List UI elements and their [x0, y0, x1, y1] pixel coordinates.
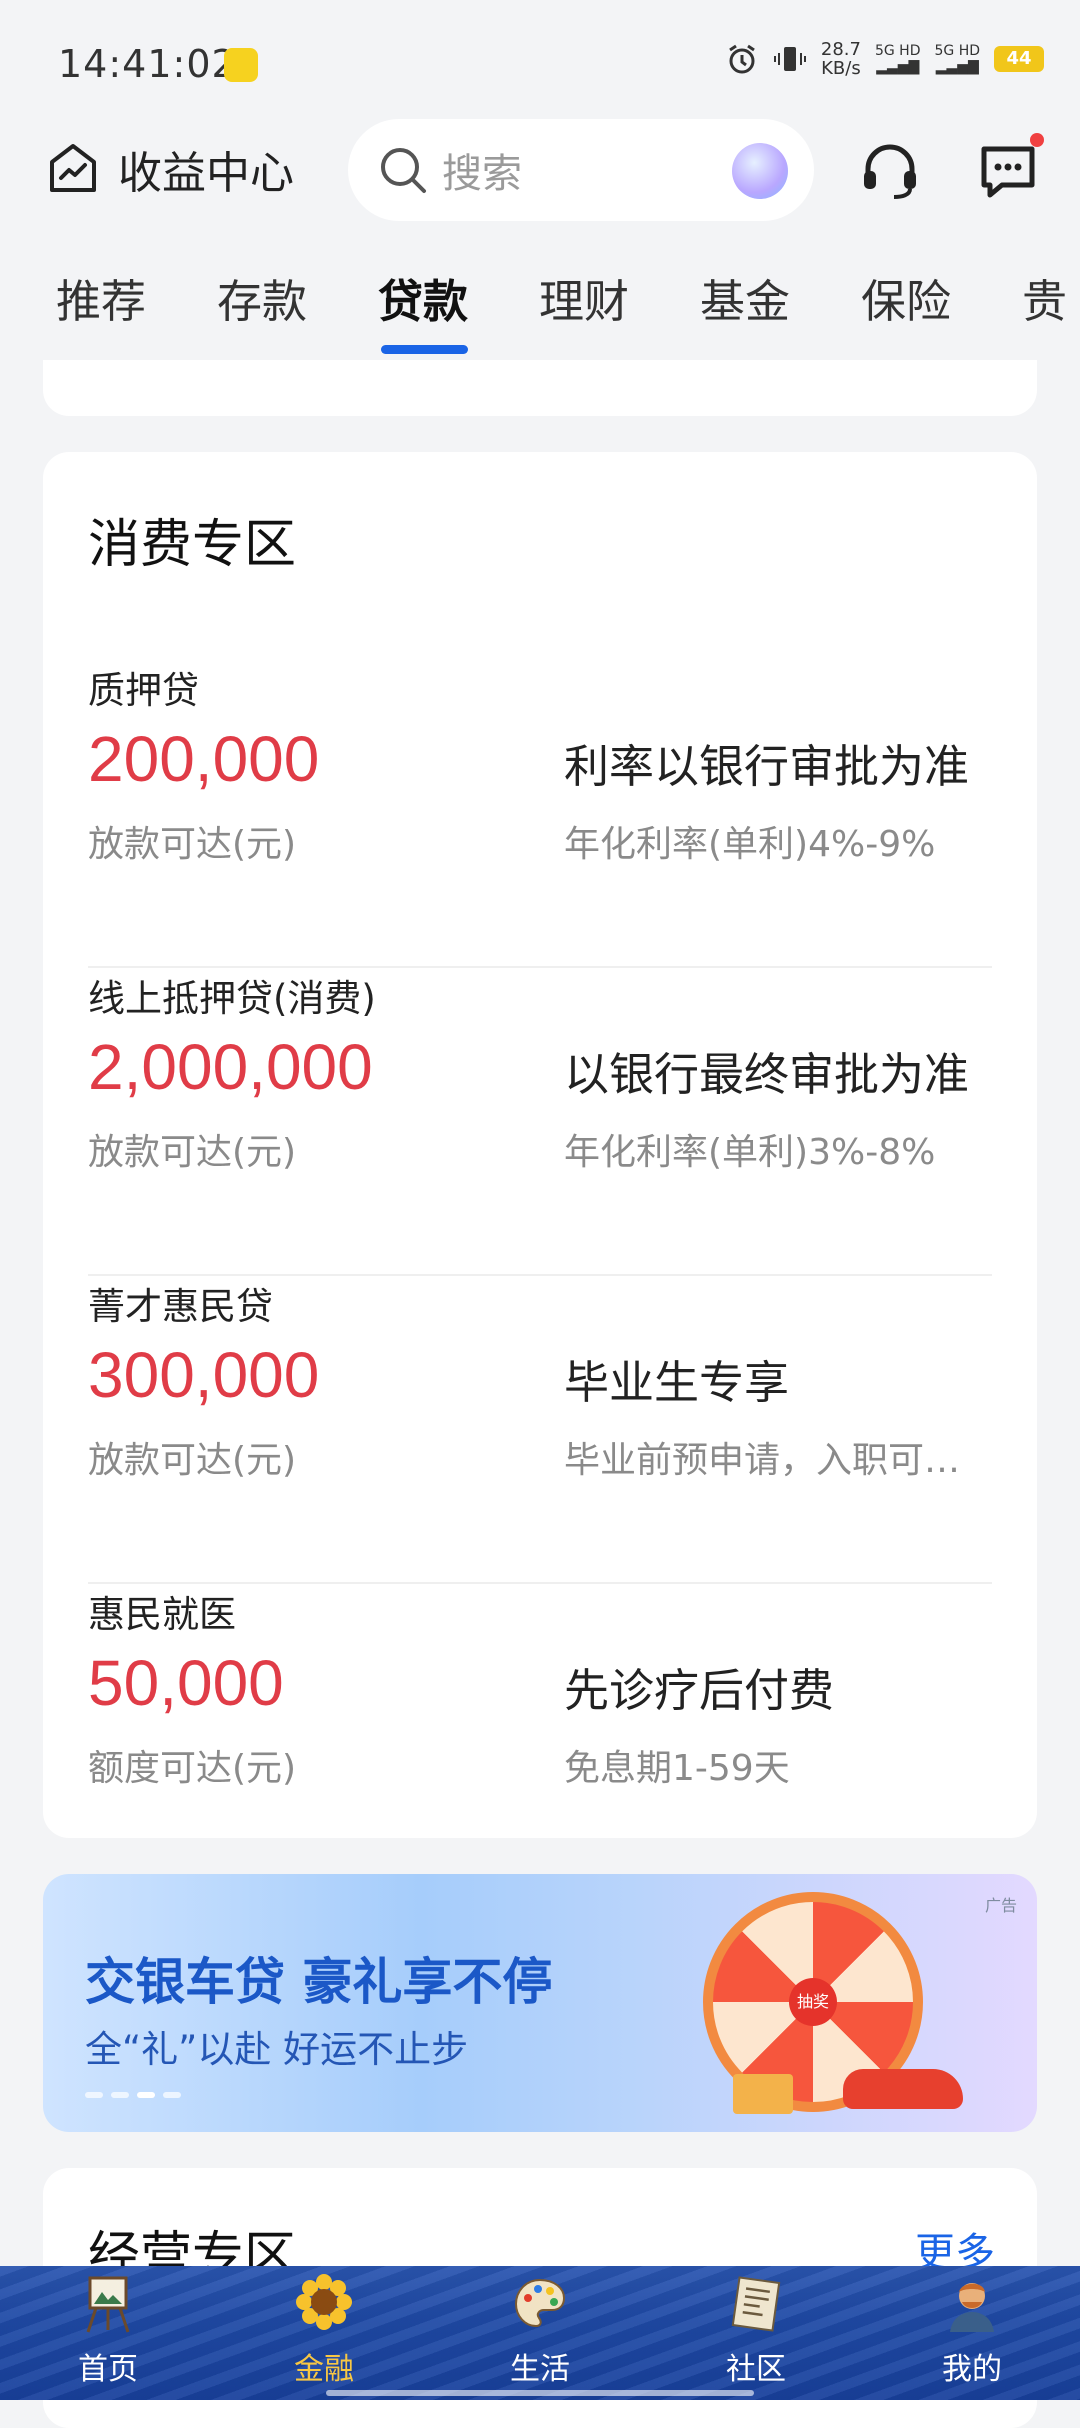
voice-search-icon[interactable]	[732, 143, 788, 199]
nav-community[interactable]: 社区	[686, 2266, 826, 2400]
loan-detail: 年化利率(单利)4%-9%	[564, 824, 936, 865]
net-speed: 28.7 KB/s	[820, 39, 861, 79]
loan-amount: 300,000	[88, 1339, 320, 1411]
nav-label: 首页	[78, 2352, 138, 2387]
ad-tag: 广告	[984, 1896, 1017, 1915]
message-icon	[981, 146, 1035, 198]
painting-easel-icon	[86, 2276, 130, 2333]
carousel-dot	[111, 2092, 129, 2098]
nav-home[interactable]: 首页	[38, 2266, 178, 2400]
loan-feature: 以银行最终审批为准	[564, 1048, 970, 1101]
tab-recommend[interactable]: 推荐	[56, 265, 146, 330]
loan-detail: 年化利率(单利)3%-8%	[564, 1132, 936, 1173]
nav-label: 我的	[942, 2352, 1002, 2387]
category-tabs: 推荐 存款 贷款 理财 基金 保险 贵	[0, 265, 1080, 365]
alarm-icon	[729, 44, 755, 74]
status-bar: 14:41:02 28.7 KB/s 5G HD ▂▃▅▇ 5G HD ▂▃▅▇ 44	[0, 0, 1080, 120]
loan-amount-label: 额度可达(元)	[88, 1748, 297, 1789]
loan-item[interactable]: 质押贷 200,000 放款可达(元) 利率以银行审批为准 年化利率(单利)4%…	[88, 660, 992, 968]
battery-indicator: 44	[994, 46, 1044, 72]
gift-box-image	[733, 2074, 793, 2114]
loan-amount: 2,000,000	[88, 1031, 373, 1103]
bottom-navigation: 首页 金融 生活 社区 我的	[0, 2266, 1080, 2400]
signal-sim2: 5G HD ▂▃▅▇	[934, 43, 980, 75]
loan-amount-label: 放款可达(元)	[88, 1132, 297, 1173]
car-loan-banner[interactable]: 广告 交银车贷 豪礼享不停 全“礼”以赴 好运不止步 抽奖	[43, 1874, 1037, 2132]
loan-name: 惠民就医	[88, 1593, 236, 1636]
active-tab-indicator	[381, 345, 468, 354]
loan-feature: 毕业生专享	[564, 1356, 790, 1409]
tab-insurance[interactable]: 保险	[861, 265, 951, 330]
signal-sim1: 5G HD ▂▃▅▇	[874, 43, 921, 75]
tab-fund[interactable]: 基金	[700, 265, 790, 330]
messages-button[interactable]	[976, 133, 1044, 203]
carousel-indicator	[85, 2092, 181, 2098]
status-indicators: 28.7 KB/s 5G HD ▂▃▅▇ 5G HD ▂▃▅▇ 44	[725, 40, 1044, 78]
nav-label: 社区	[726, 2352, 786, 2387]
unread-dot	[1030, 133, 1044, 147]
search-placeholder: 搜索	[442, 151, 522, 197]
home-indicator	[326, 2390, 754, 2396]
status-time: 14:41:02	[58, 42, 237, 86]
tab-loan[interactable]: 贷款	[378, 265, 468, 330]
loan-item[interactable]: 菁才惠民贷 300,000 放款可达(元) 毕业生专享 毕业前预申请，入职可…	[88, 1276, 992, 1584]
banner-subtitle: 全“礼”以赴 好运不止步	[85, 2028, 469, 2071]
portrait-avatar-icon	[950, 2283, 994, 2332]
sports-car-image	[843, 2069, 963, 2109]
section-title: 消费专区	[88, 515, 297, 575]
earnings-center-link[interactable]: 收益中心	[46, 137, 294, 201]
nav-finance[interactable]: 金融	[254, 2266, 394, 2400]
nav-label: 生活	[510, 2352, 570, 2387]
loan-detail: 毕业前预申请，入职可…	[564, 1440, 961, 1481]
consumer-loan-section: 消费专区 质押贷 200,000 放款可达(元) 利率以银行审批为准 年化利率(…	[43, 452, 1037, 1838]
carousel-dot	[85, 2092, 103, 2098]
top-header: 收益中心 搜索	[0, 115, 1080, 225]
vibrate-icon	[773, 47, 806, 71]
tab-precious-metal[interactable]: 贵	[1022, 265, 1067, 330]
banner-title: 交银车贷 豪礼享不停	[85, 1953, 553, 2011]
sunflower-icon	[296, 2274, 352, 2330]
loan-item[interactable]: 线上抵押贷(消费) 2,000,000 放款可达(元) 以银行最终审批为准 年化…	[88, 968, 992, 1276]
search-bar[interactable]: 搜索	[348, 119, 814, 221]
palette-icon	[514, 2278, 566, 2328]
loan-amount-label: 放款可达(元)	[88, 1440, 297, 1481]
loan-feature: 利率以银行审批为准	[564, 740, 970, 793]
loan-feature: 先诊疗后付费	[564, 1664, 835, 1717]
trend-chart-icon	[50, 144, 96, 192]
loan-amount: 50,000	[88, 1647, 284, 1719]
loan-detail: 免息期1-59天	[564, 1748, 790, 1789]
notification-app-icon	[224, 48, 258, 82]
wheel-center-label: 抽奖	[789, 1978, 837, 2026]
nav-life[interactable]: 生活	[470, 2266, 610, 2400]
header-title: 收益中心	[118, 148, 294, 199]
loan-name: 线上抵押贷(消费)	[88, 977, 376, 1020]
tab-deposit[interactable]: 存款	[217, 265, 307, 330]
carousel-dot-active	[137, 2092, 155, 2098]
loan-name: 质押贷	[88, 669, 199, 712]
nav-label: 金融	[294, 2352, 354, 2387]
loan-name: 菁才惠民贷	[88, 1285, 273, 1328]
loan-amount: 200,000	[88, 723, 320, 795]
carousel-dot	[163, 2092, 181, 2098]
newspaper-icon	[731, 2276, 781, 2332]
nav-mine[interactable]: 我的	[902, 2266, 1042, 2400]
loan-item[interactable]: 惠民就医 50,000 额度可达(元) 先诊疗后付费 免息期1-59天	[88, 1584, 992, 1892]
loan-amount-label: 放款可达(元)	[88, 824, 297, 865]
previous-card-edge	[43, 360, 1037, 416]
tab-wealth[interactable]: 理财	[539, 265, 629, 330]
search-icon	[381, 148, 426, 193]
customer-service-icon[interactable]	[858, 139, 922, 203]
